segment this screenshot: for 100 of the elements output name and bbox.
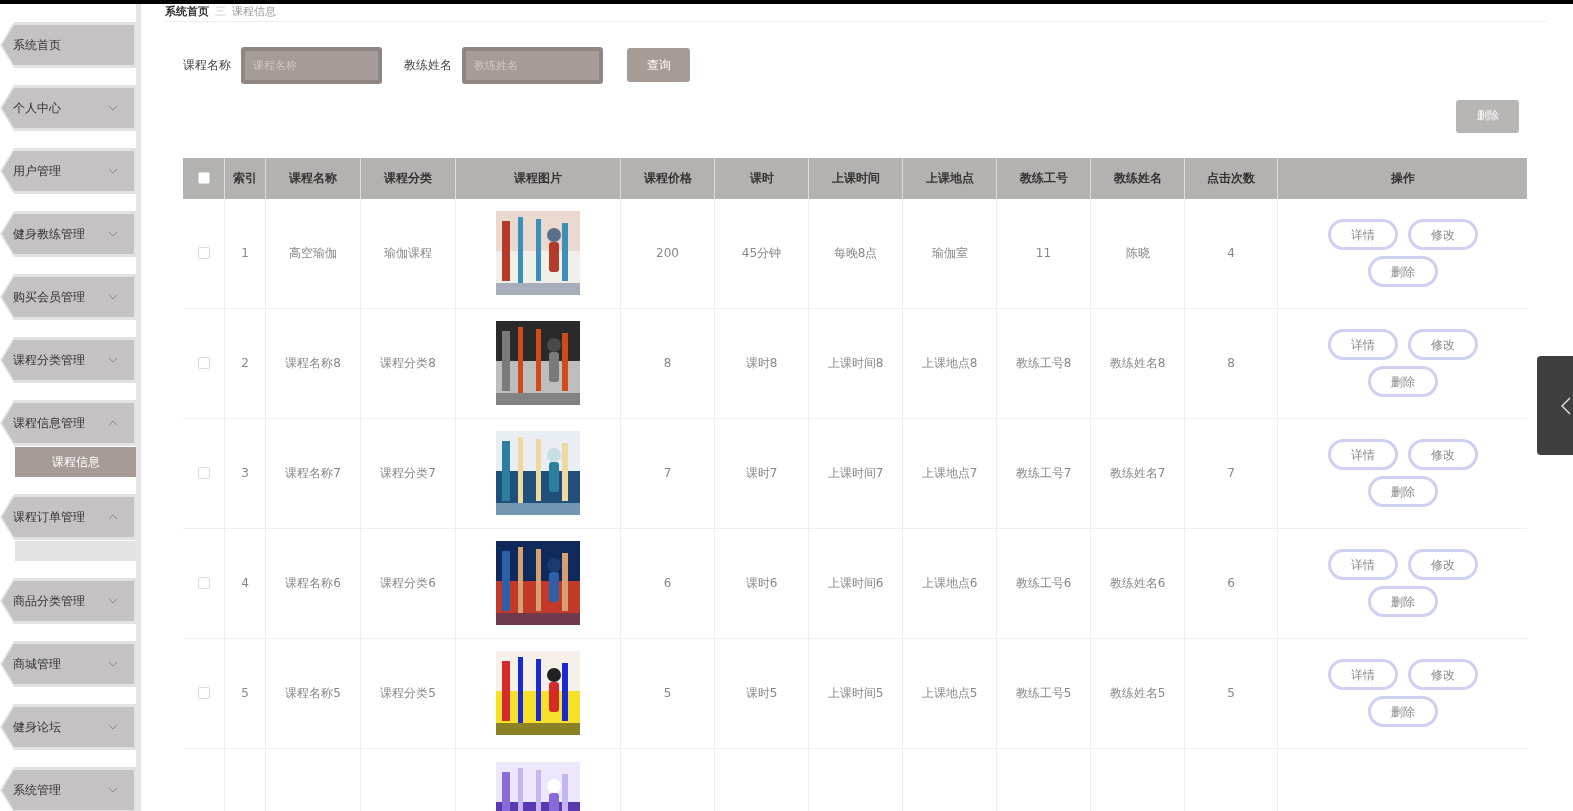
table-cell-text: 课程名称6: [285, 575, 341, 592]
chevron-up-icon: [108, 420, 118, 426]
table-cell-text: 上课时间5: [827, 685, 884, 702]
table-cell-text: 上课地点7: [921, 465, 978, 482]
table-cell-text: 课程名称8: [285, 355, 341, 372]
action-button[interactable]: 删除: [1367, 586, 1438, 617]
action-button[interactable]: 修改: [1407, 439, 1478, 470]
table-cell-text: 8: [663, 355, 672, 372]
table-cell-text: 教练姓名7: [1109, 465, 1166, 482]
delete-button[interactable]: 删除: [1456, 99, 1519, 133]
table-cell-text: 6: [1227, 575, 1235, 592]
sidebar-menu-item[interactable]: 个人中心: [2, 88, 134, 128]
row-checkbox[interactable]: [197, 357, 210, 369]
sidebar-submenu-item[interactable]: 课程信息: [15, 447, 136, 477]
sidebar-menu-item[interactable]: 课程信息管理: [2, 403, 134, 443]
sidebar-menu-item[interactable]: 用户管理: [2, 151, 134, 191]
chevron-up-icon: [108, 514, 118, 520]
table-cell-text: 4: [1227, 245, 1235, 262]
table-cell-text: 7: [663, 465, 672, 482]
row-checkbox[interactable]: [197, 467, 210, 479]
field-label: 课程名称: [183, 57, 231, 74]
column-header: 操作: [1390, 170, 1415, 187]
column-header: 教练姓名: [1113, 170, 1162, 187]
action-button[interactable]: 详情: [1327, 439, 1398, 470]
action-button[interactable]: 详情: [1327, 549, 1398, 580]
chevron-left-icon: [1561, 396, 1571, 415]
column-header: 课时: [749, 170, 774, 187]
table-cell-text: 4: [241, 575, 249, 592]
table-cell-text: 教练工号8: [1015, 355, 1072, 372]
table-cell-text: 11: [1035, 245, 1052, 262]
action-button[interactable]: 删除: [1367, 256, 1438, 287]
table-cell-text: 上课时间8: [827, 355, 884, 372]
action-button[interactable]: 详情: [1327, 659, 1398, 690]
table-cell-text: 课时5: [745, 685, 778, 702]
chevron-down-icon: [108, 294, 118, 300]
table-cell-text: 课时6: [745, 575, 778, 592]
table-cell-text: 上课时间7: [827, 465, 884, 482]
chevron-down-icon: [108, 787, 118, 793]
table-cell-text: 课程分类8: [380, 355, 436, 372]
side-drawer-tab[interactable]: [1537, 356, 1573, 455]
sidebar-menu-item[interactable]: 系统管理: [2, 770, 134, 810]
table-cell-text: 教练姓名5: [1109, 685, 1166, 702]
breadcrumb-link[interactable]: 系统首页: [165, 4, 209, 21]
sidebar-menu-item[interactable]: 课程分类管理: [2, 340, 134, 380]
column-header: 课程分类: [384, 170, 432, 187]
search-button[interactable]: 查询: [627, 48, 690, 82]
table-cell-text: 6: [663, 575, 672, 592]
table-cell-text: 上课时间6: [827, 575, 884, 592]
table-cell-text: 2: [241, 355, 249, 372]
chevron-down-icon: [108, 168, 118, 174]
row-checkbox[interactable]: [197, 247, 210, 259]
table-cell-text: 教练姓名6: [1109, 575, 1166, 592]
table-cell-text: 教练工号6: [1015, 575, 1072, 592]
action-button[interactable]: 修改: [1407, 219, 1478, 250]
table-cell-text: 每晚8点: [833, 245, 878, 262]
table-cell-text: 瑜伽室: [931, 245, 968, 262]
table-cell-text: 课程名称7: [285, 465, 341, 482]
action-button[interactable]: 修改: [1407, 549, 1478, 580]
table-cell-text: 上课地点5: [921, 685, 978, 702]
action-button[interactable]: 删除: [1367, 696, 1438, 727]
table-cell-text: 3: [241, 465, 249, 482]
sidebar-menu-item[interactable]: 健身教练管理: [2, 214, 134, 254]
table-cell-text: 200: [656, 245, 679, 262]
select-all-checkbox[interactable]: [197, 172, 210, 184]
table-cell-text: 教练姓名8: [1109, 355, 1166, 372]
action-button[interactable]: 详情: [1327, 219, 1398, 250]
table-cell-text: 5: [1227, 685, 1235, 702]
column-header: 上课时间: [831, 170, 880, 187]
chevron-down-icon: [108, 661, 118, 667]
column-header: 索引: [233, 170, 257, 187]
table-cell-text: 课程名称5: [285, 685, 341, 702]
sidebar-menu-item[interactable]: 商品分类管理: [2, 581, 134, 621]
chevron-down-icon: [108, 105, 118, 111]
table-cell-text: 上课地点8: [921, 355, 978, 372]
table-cell-text: 7: [1227, 465, 1235, 482]
action-button[interactable]: 详情: [1327, 329, 1398, 360]
table-cell-text: 课时8: [745, 355, 778, 372]
sidebar-menu-item[interactable]: 购买会员管理: [2, 277, 134, 317]
sidebar-menu-item[interactable]: 商城管理: [2, 644, 134, 684]
chevron-down-icon: [108, 724, 118, 730]
action-button[interactable]: 删除: [1367, 366, 1438, 397]
column-header: 课程图片: [514, 170, 562, 187]
table-cell-text: 教练工号7: [1015, 465, 1072, 482]
action-button[interactable]: 删除: [1367, 476, 1438, 507]
table-cell-text: 课程分类7: [380, 465, 436, 482]
column-header: 点击次数: [1207, 170, 1255, 187]
row-checkbox[interactable]: [197, 577, 210, 589]
table-cell-text: 上课地点6: [921, 575, 978, 592]
table-cell-text: 8: [1227, 355, 1235, 372]
table-cell-text: 课程分类6: [380, 575, 436, 592]
column-header: 课程名称: [289, 170, 337, 187]
row-checkbox[interactable]: [197, 687, 210, 699]
breadcrumb-current: 课程信息: [232, 4, 276, 20]
sidebar-menu-item[interactable]: 课程订单管理: [2, 497, 134, 537]
action-button[interactable]: 修改: [1407, 329, 1478, 360]
sidebar-menu-item[interactable]: 健身论坛: [2, 707, 134, 747]
table-cell-text: 教练工号5: [1015, 685, 1072, 702]
sidebar-menu-item[interactable]: 系统首页: [2, 25, 134, 65]
action-button[interactable]: 修改: [1407, 659, 1478, 690]
chevron-down-icon: [108, 231, 118, 237]
